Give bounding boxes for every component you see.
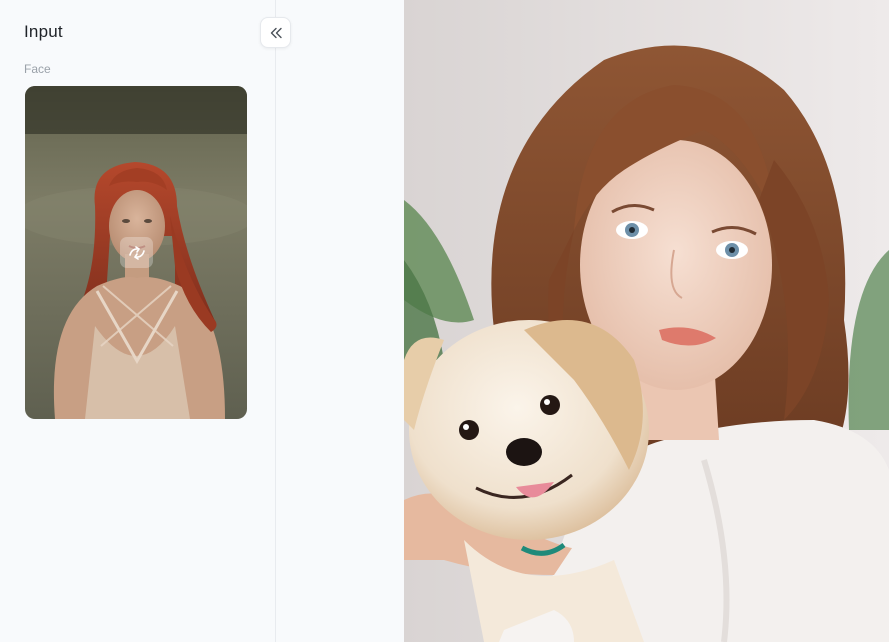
middle-panel: [276, 0, 404, 642]
collapse-panel-button[interactable]: [260, 17, 291, 48]
face-swap-icon: [128, 245, 145, 260]
panel-title: Input: [24, 22, 63, 41]
swap-badge[interactable]: [120, 237, 153, 268]
result-image: [404, 0, 889, 642]
double-chevron-left-icon: [270, 27, 282, 38]
input-panel: Input Face: [0, 0, 276, 642]
face-section-label: Face: [24, 62, 51, 76]
app-window: Input Face: [0, 0, 889, 642]
result-photo: [404, 0, 889, 642]
face-input-image[interactable]: [25, 86, 247, 419]
